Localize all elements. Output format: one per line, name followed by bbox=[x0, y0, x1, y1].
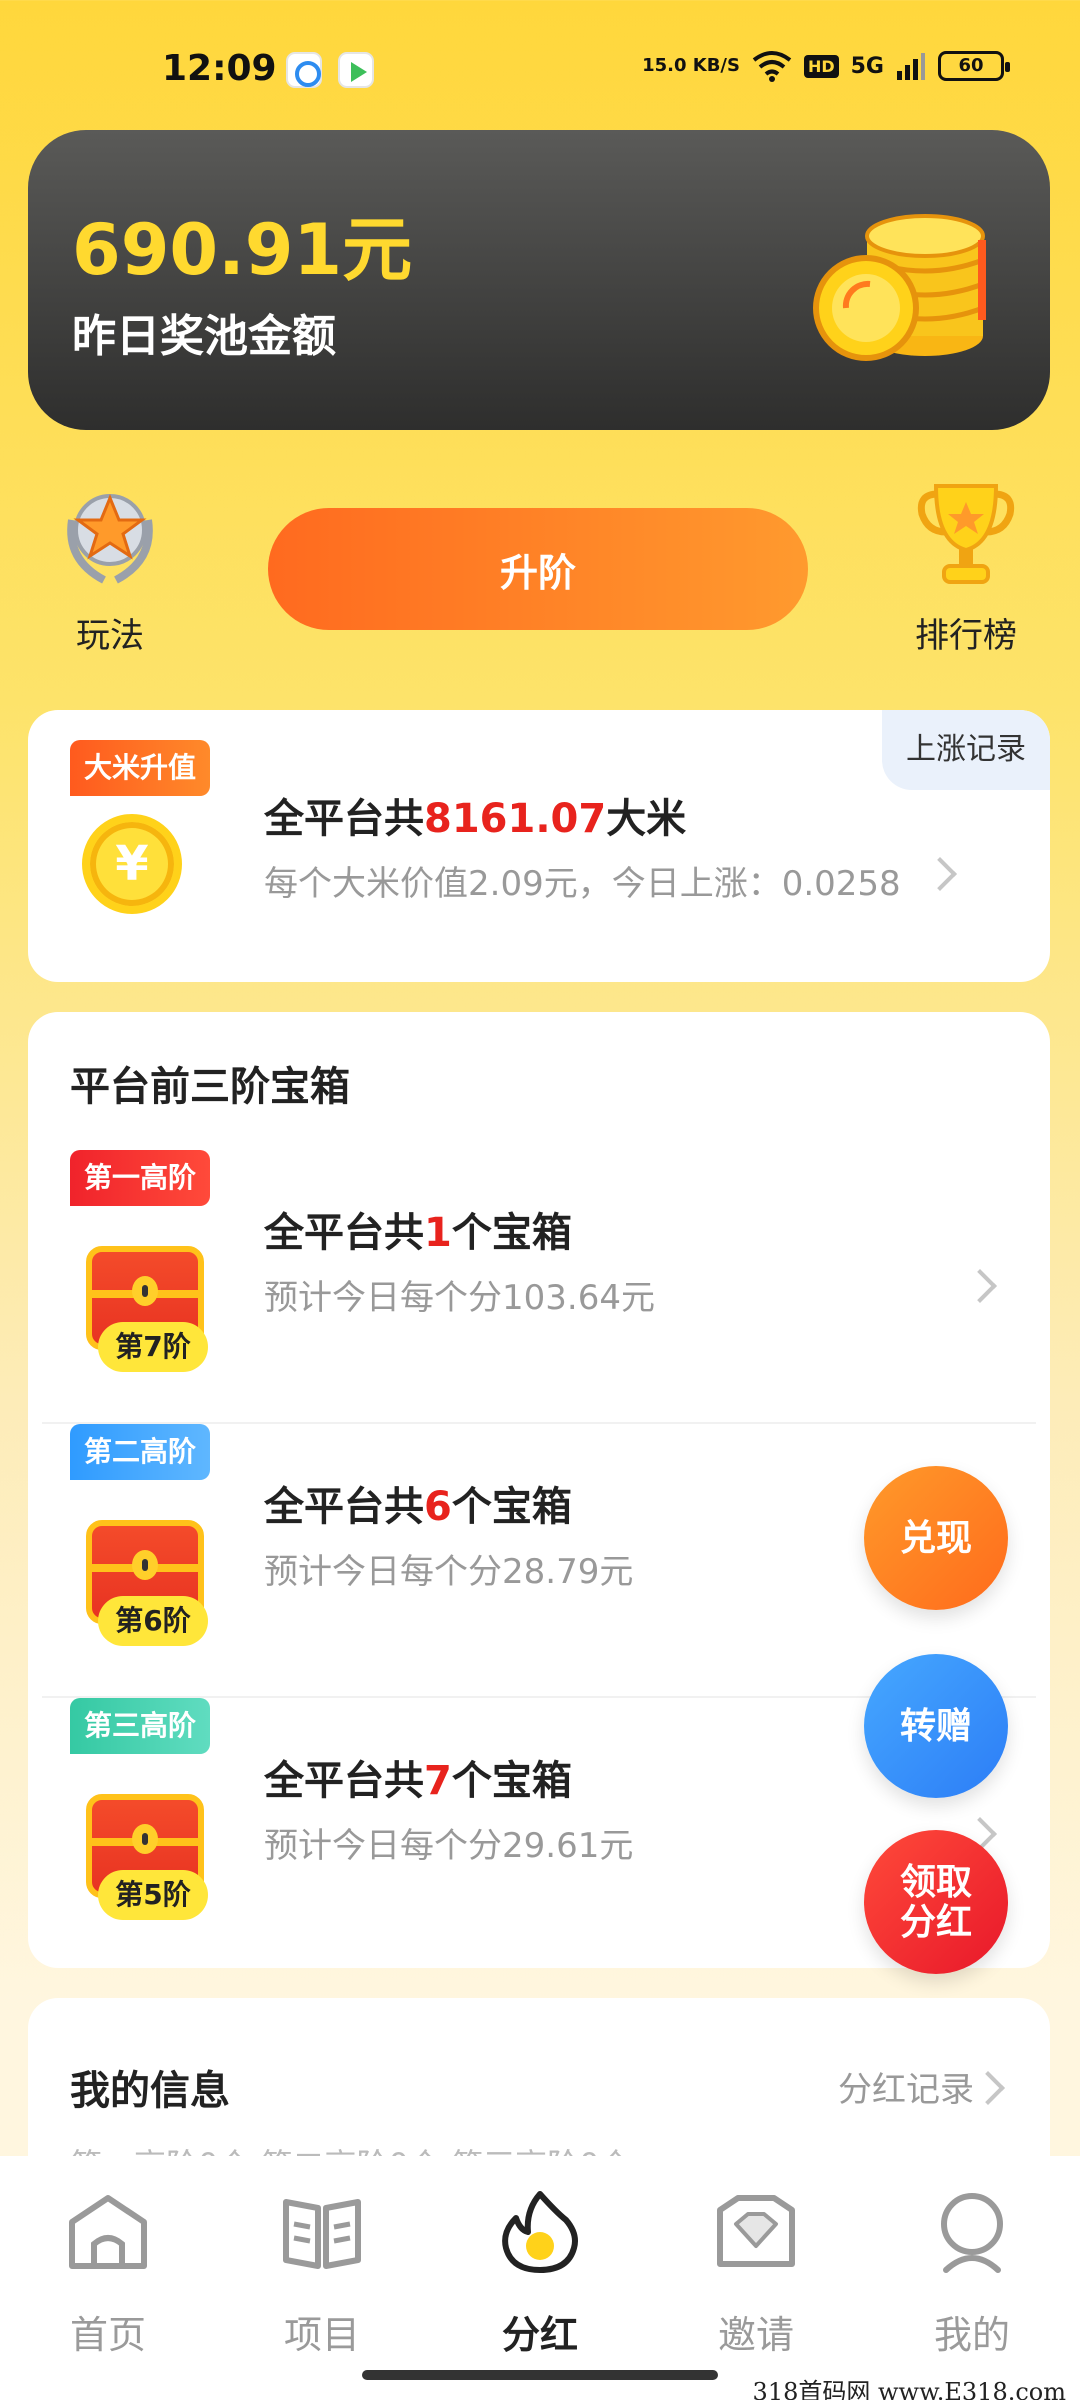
rules-label: 玩法 bbox=[76, 616, 144, 656]
nav-projects[interactable]: 项目 bbox=[242, 2182, 402, 2362]
nav-profile[interactable]: 我的 bbox=[892, 2182, 1052, 2362]
hd-badge: HD bbox=[803, 54, 839, 78]
nav-label: 邀请 bbox=[717, 2313, 794, 2357]
chevron-right-icon bbox=[971, 2071, 1005, 2105]
chest-count: 6 bbox=[424, 1484, 452, 1530]
star-badge-icon bbox=[67, 494, 153, 584]
chest-tag: 第三高阶 bbox=[70, 1698, 211, 1754]
chest-title: 全平台共1个宝箱 bbox=[264, 1200, 572, 1258]
home-indicator[interactable] bbox=[362, 2370, 718, 2380]
chest-title-suffix: 个宝箱 bbox=[451, 1758, 572, 1804]
exchange-button[interactable]: 兑现 bbox=[864, 1466, 1008, 1610]
pool-label: 昨日奖池金额 bbox=[72, 311, 336, 362]
chest-row-1[interactable]: 第一高阶 第7阶 全平台共1个宝箱 预计今日每个分103.64元 bbox=[28, 1150, 1050, 1424]
chevron-right-icon bbox=[963, 1269, 997, 1303]
chest-tag: 第二高阶 bbox=[70, 1424, 211, 1480]
nav-invite[interactable]: 邀请 bbox=[676, 2182, 836, 2362]
nav-home[interactable]: 首页 bbox=[28, 2182, 188, 2362]
bottom-nav: 首页 项目 分红 邀请 我的 bbox=[0, 2156, 1080, 2400]
chest-title-suffix: 个宝箱 bbox=[451, 1484, 572, 1530]
chest-count: 1 bbox=[424, 1210, 452, 1256]
ranking-button[interactable]: 排行榜 bbox=[896, 480, 1036, 656]
pool-amount: 690.91元 bbox=[72, 209, 413, 291]
upgrade-button[interactable]: 升阶 bbox=[268, 508, 808, 630]
chest-title-suffix: 个宝箱 bbox=[451, 1210, 572, 1256]
nav-label: 分红 bbox=[501, 2313, 578, 2357]
status-bar: 12:09 15.0 KB/S HD 5G 60 bbox=[0, 0, 1080, 140]
dividend-record-link[interactable]: 分红记录 bbox=[838, 2062, 974, 2111]
section-title: 平台前三阶宝箱 bbox=[70, 1064, 350, 1110]
chest-title-prefix: 全平台共 bbox=[264, 1758, 424, 1804]
nav-dividend[interactable]: 分红 bbox=[460, 2182, 620, 2362]
diamond-icon bbox=[717, 2195, 795, 2267]
coin-stack-icon bbox=[813, 214, 986, 361]
nav-label: 我的 bbox=[933, 2313, 1010, 2357]
chest-level: 第6阶 bbox=[98, 1596, 208, 1646]
chest-subtitle: 预计今日每个分28.79元 bbox=[264, 1552, 634, 1592]
chest-level: 第7阶 bbox=[98, 1322, 208, 1372]
rice-title: 全平台共8161.07大米 bbox=[264, 786, 686, 844]
status-indicators: 15.0 KB/S HD 5G 60 bbox=[642, 50, 1010, 82]
nav-label: 项目 bbox=[283, 2313, 360, 2357]
home-icon bbox=[69, 2195, 147, 2269]
rice-total: 8161.07 bbox=[424, 796, 607, 842]
wifi-icon bbox=[752, 51, 792, 82]
yuan-coin-icon: ¥ bbox=[82, 814, 182, 914]
flame-icon bbox=[502, 2191, 578, 2273]
trophy-icon bbox=[917, 484, 1015, 584]
chest-count: 7 bbox=[424, 1758, 452, 1804]
app-notification-icon bbox=[286, 52, 322, 88]
chest-title: 全平台共6个宝箱 bbox=[264, 1474, 572, 1532]
gift-button[interactable]: 转赠 bbox=[864, 1654, 1008, 1798]
chest-title-prefix: 全平台共 bbox=[264, 1210, 424, 1256]
book-icon bbox=[283, 2199, 361, 2269]
chest-subtitle: 预计今日每个分103.64元 bbox=[264, 1278, 655, 1318]
rice-title-prefix: 全平台共 bbox=[264, 796, 424, 842]
claim-dividend-label: 领取分红 bbox=[899, 1861, 972, 1942]
prize-pool-card: 690.91元 昨日奖池金额 bbox=[28, 130, 1050, 430]
chest-tag: 第一高阶 bbox=[70, 1150, 211, 1206]
rice-tag: 大米升值 bbox=[70, 740, 211, 796]
chest-title-prefix: 全平台共 bbox=[264, 1484, 424, 1530]
rise-record-button[interactable]: 上涨记录 bbox=[882, 710, 1050, 790]
watermark: 318首码网 www.E318.com bbox=[752, 2378, 1066, 2400]
ranking-label: 排行榜 bbox=[915, 616, 1017, 656]
claim-dividend-button[interactable]: 领取分红 bbox=[864, 1830, 1008, 1974]
chevron-right-icon bbox=[923, 857, 957, 891]
signal-icon bbox=[897, 53, 925, 80]
rice-subtitle: 每个大米价值2.09元，今日上涨：0.0258 bbox=[264, 864, 901, 904]
profile-icon bbox=[941, 2193, 1003, 2273]
rules-button[interactable]: 玩法 bbox=[40, 480, 180, 656]
rice-title-suffix: 大米 bbox=[606, 796, 687, 842]
battery-icon: 60 bbox=[938, 51, 1010, 81]
chest-subtitle: 预计今日每个分29.61元 bbox=[264, 1826, 634, 1866]
dividend-record-label: 分红记录 bbox=[838, 2070, 974, 2110]
chest-title: 全平台共7个宝箱 bbox=[264, 1748, 572, 1806]
signal-type: 5G bbox=[850, 53, 884, 79]
chest-level: 第5阶 bbox=[98, 1870, 208, 1920]
nav-label: 首页 bbox=[69, 2313, 146, 2357]
info-title: 我的信息 bbox=[70, 2068, 230, 2114]
status-time: 12:09 bbox=[162, 48, 277, 89]
video-app-icon bbox=[338, 52, 374, 88]
rice-value-card[interactable]: 大米升值 上涨记录 ¥ 全平台共8161.07大米 每个大米价值2.09元，今日… bbox=[28, 710, 1050, 982]
net-speed: 15.0 KB/S bbox=[642, 55, 740, 76]
